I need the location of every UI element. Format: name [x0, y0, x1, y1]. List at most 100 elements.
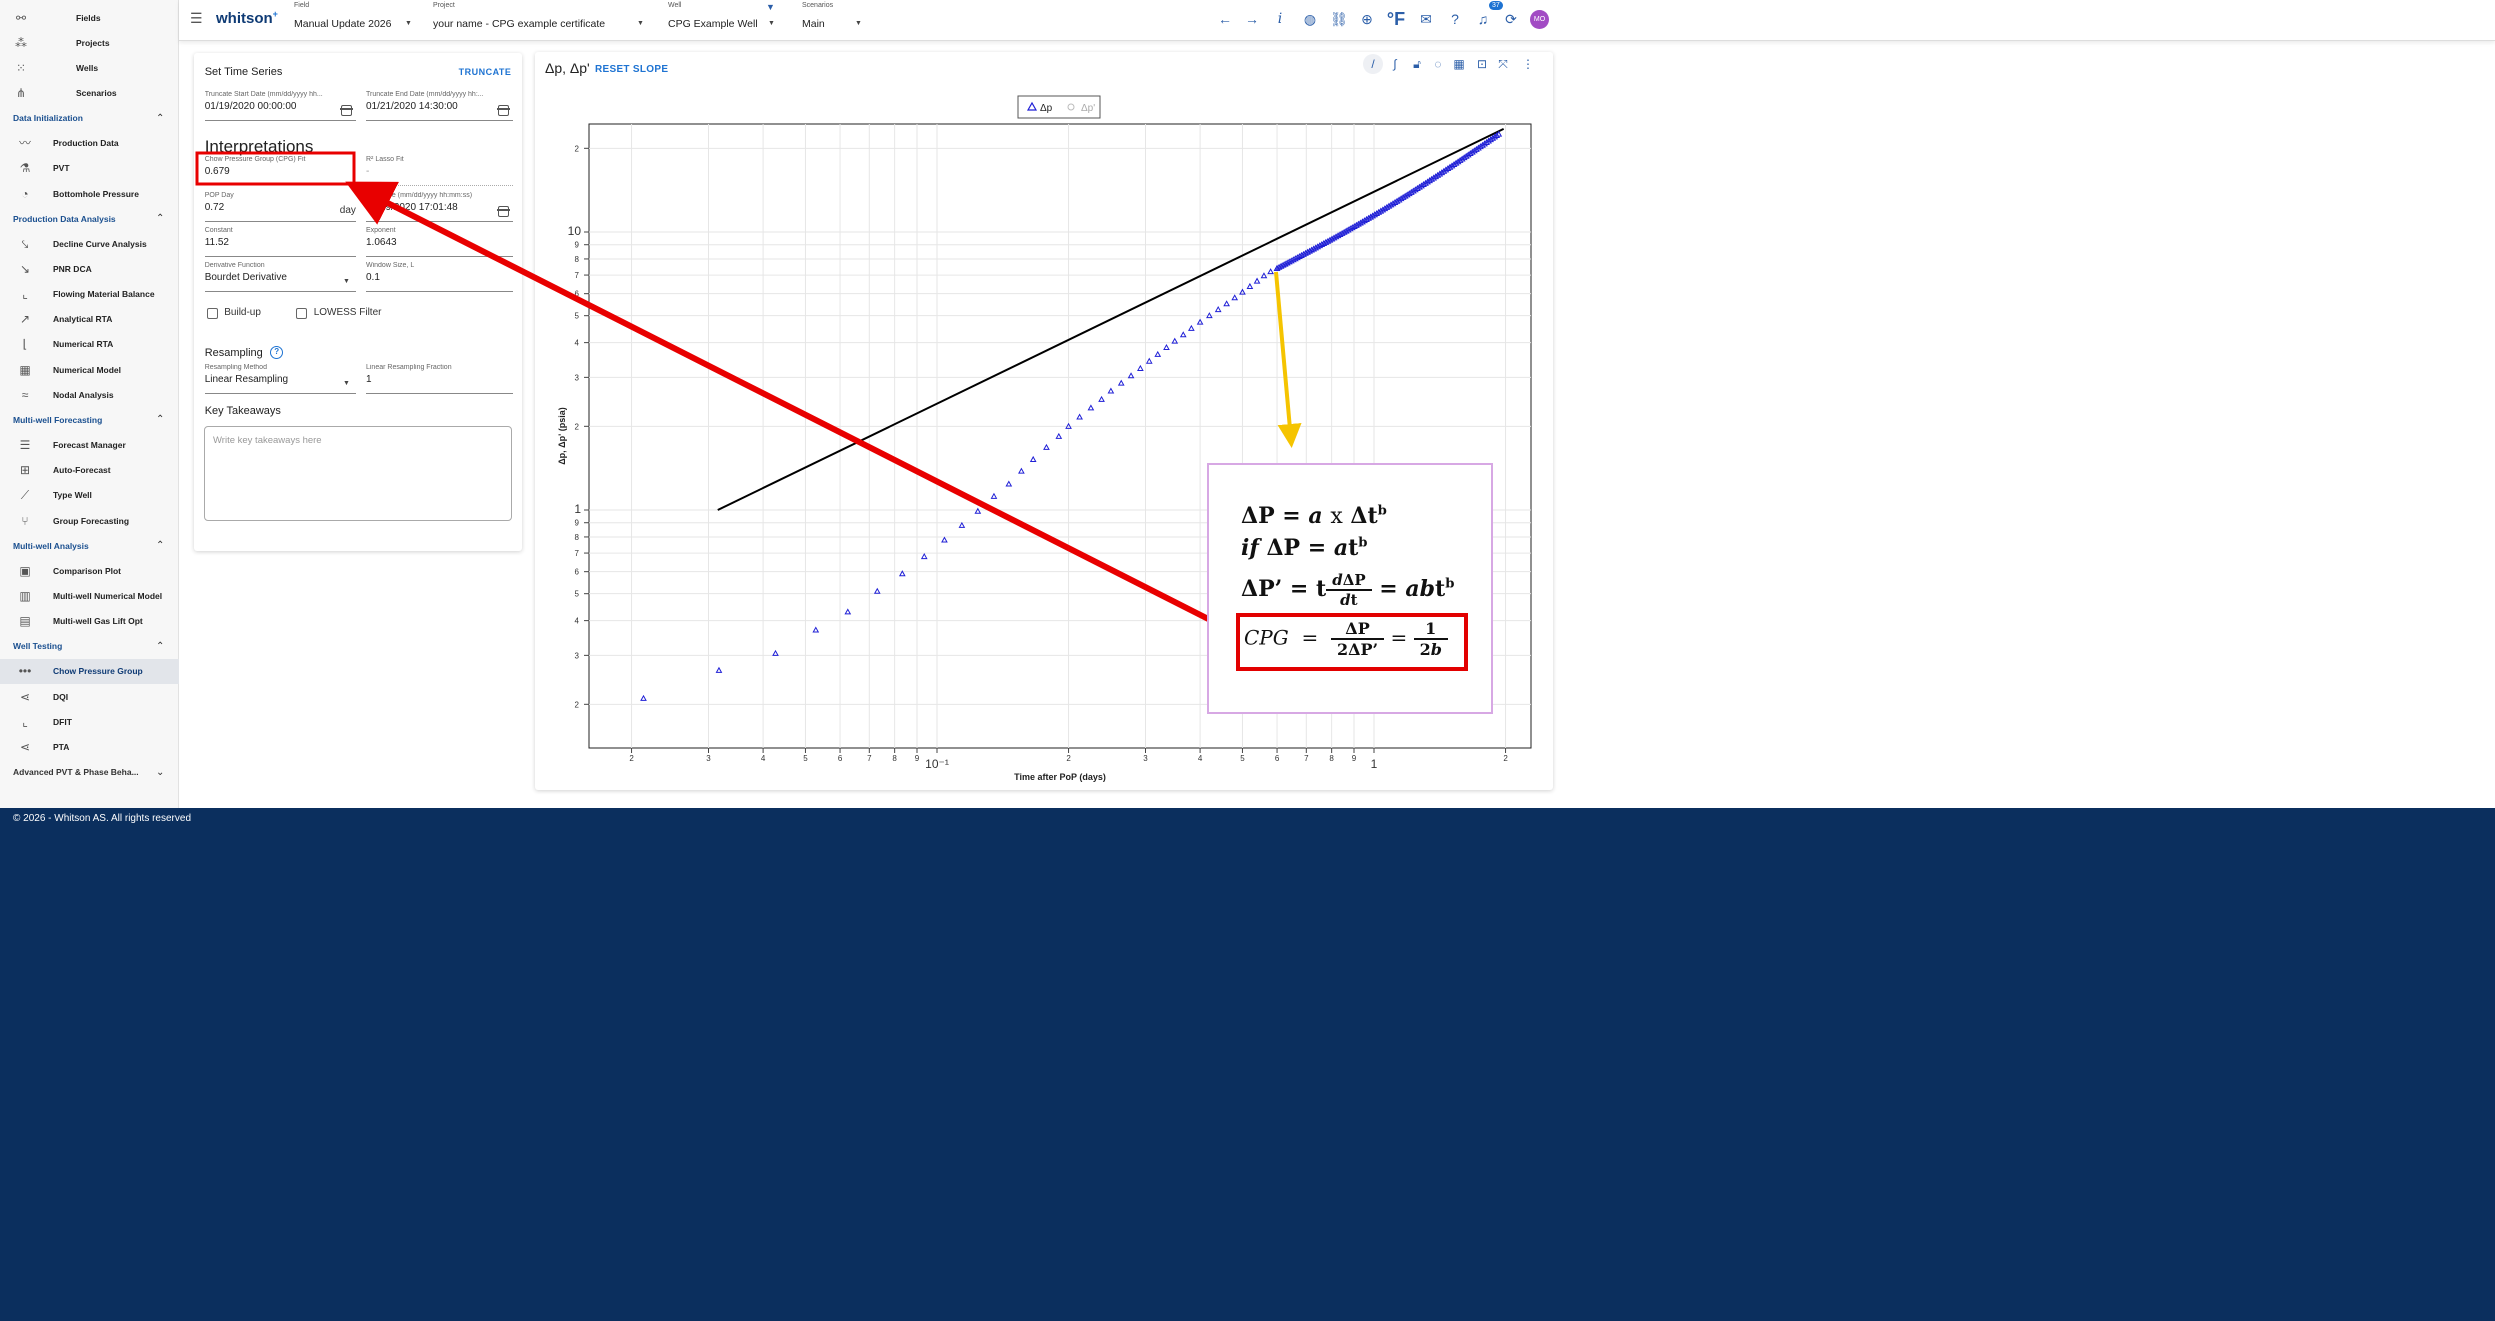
share-icon: ⋖: [19, 689, 31, 704]
calendar-icon[interactable]: [497, 104, 511, 116]
scenario-value: Main: [802, 18, 825, 30]
field-caption: Truncate Start Date (mm/dd/yyyy hh...: [204, 90, 323, 98]
x-tick-label: 2: [1503, 754, 1508, 763]
sidebar-item-label: Chow Pressure Group: [53, 666, 143, 677]
sidebar-item-scenarios[interactable]: ⋔ Scenarios: [0, 80, 179, 105]
lowess-checkbox[interactable]: [296, 307, 308, 319]
field-value: 11.52: [204, 236, 229, 248]
trend-up-icon: ↗: [19, 312, 31, 327]
help-icon[interactable]: ?: [1444, 8, 1466, 30]
resampling-fraction-field[interactable]: Linear Resampling Fraction 1: [365, 364, 514, 395]
sidebar-item-group-forecasting[interactable]: ⑂ Group Forecasting: [0, 508, 179, 533]
sidebar-item-pnr-dca[interactable]: ↘ PNR DCA: [0, 257, 179, 282]
sidebar-item-comparison-plot[interactable]: ▣ Comparison Plot: [0, 558, 179, 583]
window-size-field[interactable]: Window Size, L 0.1: [365, 262, 514, 293]
y-tick-label: 3: [575, 651, 580, 660]
sidebar-item-projects[interactable]: ⁂ Projects: [0, 30, 179, 55]
x-tick-label: 5: [1240, 754, 1245, 763]
menu-icon[interactable]: ☰: [190, 10, 203, 27]
sidebar-item-flowing-material-balance[interactable]: ⌞ Flowing Material Balance: [0, 282, 179, 307]
sidebar-item-numerical-model[interactable]: ▦ Numerical Model: [0, 357, 179, 382]
decline-icon: ⤥: [21, 236, 29, 251]
formula-line-3: ΔP’ = t dΔP dt = abtb: [1241, 571, 1455, 609]
info-icon[interactable]: i: [1269, 8, 1291, 30]
calendar-icon[interactable]: [339, 104, 353, 116]
sidebar-item-forecast-manager[interactable]: ☰ Forecast Manager: [0, 433, 179, 458]
globe-icon[interactable]: ◍: [1299, 8, 1321, 30]
derivative-function-select[interactable]: Derivative Function Bourdet Derivative ▼: [204, 262, 356, 293]
section-multi-well-forecasting[interactable]: Multi-well Forecasting ⌃: [0, 407, 179, 432]
field-caption: R² Lasso Fit: [365, 156, 404, 164]
wave-icon: ≈: [21, 387, 29, 402]
back-arrow-icon[interactable]: ←: [1214, 8, 1236, 30]
sidebar-item-pvt[interactable]: ⚗ PVT: [0, 156, 179, 181]
sidebar-item-bottomhole-pressure[interactable]: ◔ Bottomhole Pressure: [0, 181, 179, 206]
well-select[interactable]: Well CPG Example Well ▼: [668, 2, 778, 30]
sidebar-item-type-well[interactable]: ⟋ Type Well: [0, 483, 179, 508]
resampling-title: Resampling: [204, 346, 263, 359]
sidebar-item-auto-forecast[interactable]: ⊞ Auto-Forecast: [0, 458, 179, 483]
formula-box: ΔP = a x Δtb if ΔP = atb ΔP’ = t dΔP dt = …: [1207, 463, 1493, 714]
sidebar-item-dqi[interactable]: ⋖ DQI: [0, 684, 179, 709]
field-caption: Resampling Method: [204, 364, 267, 372]
sidebar-item-label: PTA: [53, 741, 70, 752]
filter-icon[interactable]: ▼: [766, 2, 775, 12]
y-tick-label: 10: [568, 224, 582, 238]
forward-arrow-icon[interactable]: →: [1241, 8, 1263, 30]
feedback-icon[interactable]: ✉: [1415, 8, 1437, 30]
scenario-select[interactable]: Scenarios Main ▼: [802, 2, 862, 30]
download-icon[interactable]: ⊕: [1356, 8, 1378, 30]
calendar-icon[interactable]: [497, 205, 511, 217]
sidebar-item-multi-well-gas-lift-opt[interactable]: ▤ Multi-well Gas Lift Opt: [0, 609, 179, 634]
link-icon[interactable]: ⛓: [1328, 8, 1350, 30]
section-well-testing[interactable]: Well Testing ⌃: [0, 634, 179, 659]
notifications-icon[interactable]: ♫: [1472, 8, 1494, 30]
field-caption: POP time (mm/dd/yyyy hh:mm:ss): [365, 191, 473, 199]
sidebar-item-decline-curve-analysis[interactable]: ⤥ Decline Curve Analysis: [0, 231, 179, 256]
section-advanced-pvt[interactable]: Advanced PVT & Phase Beha... ⌄: [0, 760, 179, 785]
sidebar-item-numerical-rta[interactable]: ⌊ Numerical RTA: [0, 332, 179, 357]
section-multi-well-analysis[interactable]: Multi-well Analysis ⌃: [0, 533, 179, 558]
lasso-fit-field: R² Lasso Fit -: [365, 156, 514, 187]
sidebar-item-nodal-analysis[interactable]: ≈ Nodal Analysis: [0, 382, 179, 407]
avatar[interactable]: MO: [1530, 10, 1549, 29]
truncate-start-field[interactable]: Truncate Start Date (mm/dd/yyyy hh... 01…: [204, 90, 356, 121]
key-takeaways-textarea[interactable]: Write key takeaways here: [204, 426, 512, 521]
y-tick-label: 5: [575, 590, 580, 599]
section-production-data-analysis[interactable]: Production Data Analysis ⌃: [0, 206, 179, 231]
dots-line-icon: •••: [18, 664, 32, 679]
sidebar-item-label: Nodal Analysis: [53, 389, 114, 400]
sidebar-item-chow-pressure-group[interactable]: ••• Chow Pressure Group: [0, 658, 179, 684]
refresh-icon[interactable]: ⟳: [1500, 8, 1522, 30]
resampling-method-select[interactable]: Resampling Method Linear Resampling ▼: [204, 364, 356, 395]
trend-down-icon: ↘: [19, 262, 31, 276]
sidebar-item-dfit[interactable]: ⌞ DFIT: [0, 709, 179, 734]
project-select[interactable]: Project your name - CPG example certific…: [433, 2, 653, 30]
truncate-button[interactable]: TRUNCATE: [459, 67, 512, 77]
y-tick-label: 6: [575, 290, 580, 299]
x-tick-label: 5: [803, 754, 808, 763]
constant-field[interactable]: Constant 11.52: [204, 227, 356, 257]
settings-card: Set Time Series TRUNCATE Truncate Start …: [194, 53, 522, 551]
chevron-up-icon: ⌃: [156, 213, 165, 225]
field-caption: Linear Resampling Fraction: [365, 364, 452, 372]
section-data-initialization[interactable]: Data Initialization ⌃: [0, 106, 179, 131]
x-tick-label: 10⁻¹: [925, 757, 949, 771]
sidebar-item-analytical-rta[interactable]: ↗ Analytical RTA: [0, 307, 179, 332]
pop-time-field[interactable]: POP time (mm/dd/yyyy hh:mm:ss) 01/19/202…: [365, 191, 514, 222]
top-bar: ☰ whitson+ Field Manual Update 2026 ▼ Pr…: [179, 0, 2495, 41]
temperature-unit-icon[interactable]: °F: [1385, 8, 1407, 30]
exponent-field[interactable]: Exponent 1.0643: [365, 227, 514, 257]
project-value: your name - CPG example certificate: [433, 18, 606, 30]
cpg-fit-field: Chow Pressure Group (CPG) Fit 0.679: [205, 156, 356, 186]
key-takeaways-title: Key Takeaways: [204, 404, 281, 417]
help-circle-icon[interactable]: ?: [270, 345, 284, 359]
buildup-checkbox[interactable]: [206, 307, 218, 319]
truncate-end-field[interactable]: Truncate End Date (mm/dd/yyyy hh:... 01/…: [365, 91, 514, 121]
sidebar-item-fields[interactable]: ⚯ Fields: [0, 5, 179, 30]
sidebar-item-pta[interactable]: ⋖ PTA: [0, 734, 179, 759]
sidebar-item-multi-well-numerical-model[interactable]: ▥ Multi-well Numerical Model: [0, 583, 179, 608]
sidebar-item-wells[interactable]: ⁙ Wells: [0, 55, 179, 80]
sidebar-item-production-data[interactable]: 〰 Production Data: [0, 131, 179, 156]
pop-day-field[interactable]: POP Day 0.72 day: [204, 192, 356, 222]
